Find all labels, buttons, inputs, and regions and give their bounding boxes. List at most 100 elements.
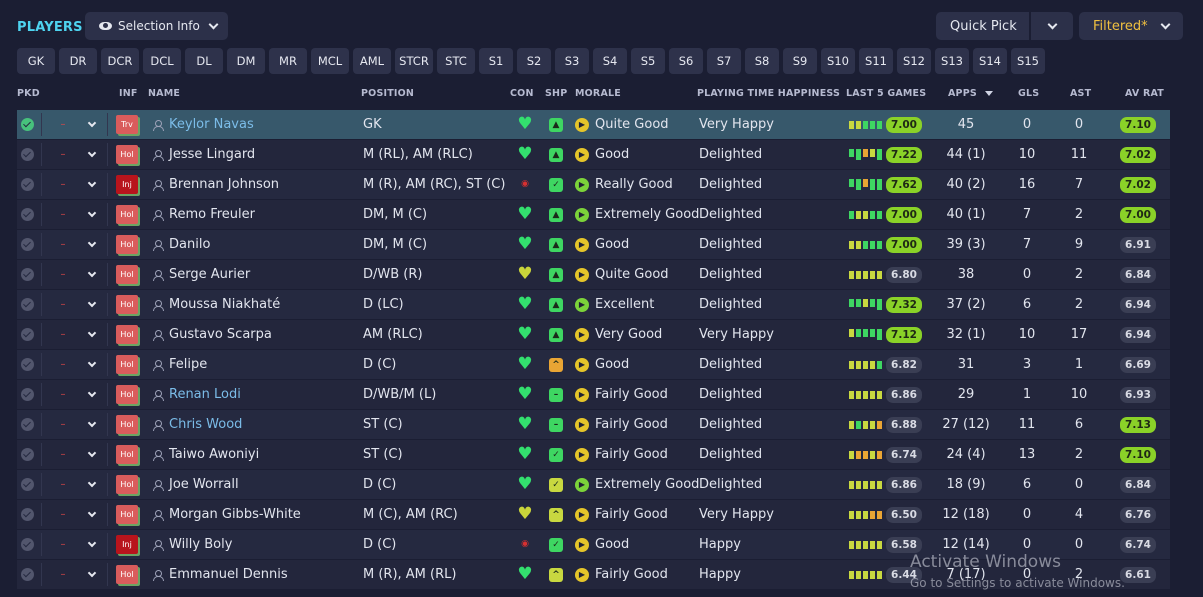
view-button-gk[interactable]: GK xyxy=(17,48,55,74)
col-header-apps[interactable]: APPS xyxy=(948,88,993,104)
picked-checkbox[interactable] xyxy=(17,500,37,529)
picked-checkbox[interactable] xyxy=(17,260,37,289)
player-name[interactable]: Moussa Niakhaté xyxy=(153,290,353,319)
view-button-s14[interactable]: S14 xyxy=(973,48,1007,74)
row-menu-button[interactable] xyxy=(85,530,99,559)
table-row[interactable]: – Hol Felipe D (C) ♥ ^ ▶ Good Delighted 6… xyxy=(17,350,1170,380)
view-button-mcl[interactable]: MCL xyxy=(311,48,349,74)
view-button-s13[interactable]: S13 xyxy=(935,48,969,74)
player-name[interactable]: Morgan Gibbs-White xyxy=(153,500,353,529)
picked-checkbox[interactable] xyxy=(17,380,37,409)
view-button-s15[interactable]: S15 xyxy=(1011,48,1045,74)
table-scrollbar[interactable] xyxy=(1183,110,1191,597)
info-badge[interactable]: Inj xyxy=(115,170,139,199)
col-header-shp[interactable]: SHP xyxy=(545,88,567,104)
view-button-dcl[interactable]: DCL xyxy=(143,48,181,74)
player-name[interactable]: Gustavo Scarpa xyxy=(153,320,353,349)
picked-checkbox[interactable] xyxy=(17,110,37,139)
col-header-pkd[interactable]: PKD xyxy=(17,88,40,104)
player-name[interactable]: Joe Worrall xyxy=(153,470,353,499)
player-name[interactable]: Chris Wood xyxy=(153,410,353,439)
table-row[interactable]: – Hol Moussa Niakhaté D (LC) ♥ ▲ ▶ Excell… xyxy=(17,290,1170,320)
col-header-position[interactable]: POSITION xyxy=(361,88,414,104)
picked-checkbox[interactable] xyxy=(17,440,37,469)
player-name[interactable]: Keylor Navas xyxy=(153,110,353,139)
view-button-s10[interactable]: S10 xyxy=(821,48,855,74)
view-button-s6[interactable]: S6 xyxy=(669,48,703,74)
quick-pick-button[interactable]: Quick Pick xyxy=(936,12,1029,40)
row-menu-button[interactable] xyxy=(85,140,99,169)
row-menu-button[interactable] xyxy=(85,230,99,259)
view-button-dl[interactable]: DL xyxy=(185,48,223,74)
table-row[interactable]: – Hol Taiwo Awoniyi ST (C) ♥ ✓ ▶ Fairly G… xyxy=(17,440,1170,470)
row-menu-button[interactable] xyxy=(85,320,99,349)
view-button-stc[interactable]: STC xyxy=(437,48,475,74)
player-name[interactable]: Willy Boly xyxy=(153,530,353,559)
player-name[interactable]: Remo Freuler xyxy=(153,200,353,229)
info-badge[interactable]: Hol xyxy=(115,290,139,319)
player-name[interactable]: Taiwo Awoniyi xyxy=(153,440,353,469)
view-button-dr[interactable]: DR xyxy=(59,48,97,74)
filter-button[interactable]: Filtered* xyxy=(1079,12,1183,40)
view-button-s2[interactable]: S2 xyxy=(517,48,551,74)
col-header-happiness[interactable]: PLAYING TIME HAPPINESS xyxy=(697,88,840,104)
player-name[interactable]: Jesse Lingard xyxy=(153,140,353,169)
col-header-morale[interactable]: MORALE xyxy=(575,88,621,104)
view-button-s1[interactable]: S1 xyxy=(479,48,513,74)
row-menu-button[interactable] xyxy=(85,560,99,589)
row-menu-button[interactable] xyxy=(85,260,99,289)
table-row[interactable]: – Trv Keylor Navas GK ♥ ▲ ▶ Quite Good Ve… xyxy=(17,110,1170,140)
view-button-s8[interactable]: S8 xyxy=(745,48,779,74)
picked-checkbox[interactable] xyxy=(17,230,37,259)
table-row[interactable]: – Hol Morgan Gibbs-White M (C), AM (RC) … xyxy=(17,500,1170,530)
col-header-inf[interactable]: INF xyxy=(119,88,138,104)
row-menu-button[interactable] xyxy=(85,290,99,319)
player-name[interactable]: Serge Aurier xyxy=(153,260,353,289)
picked-checkbox[interactable] xyxy=(17,140,37,169)
picked-checkbox[interactable] xyxy=(17,170,37,199)
info-badge[interactable]: Hol xyxy=(115,350,139,379)
quick-pick-dropdown[interactable] xyxy=(1031,12,1073,40)
view-button-s3[interactable]: S3 xyxy=(555,48,589,74)
table-row[interactable]: – Hol Gustavo Scarpa AM (RLC) ♥ ▲ ▶ Very … xyxy=(17,320,1170,350)
col-header-name[interactable]: NAME xyxy=(148,88,180,104)
view-button-dcr[interactable]: DCR xyxy=(101,48,139,74)
col-header-avrat[interactable]: AV RAT xyxy=(1125,88,1164,104)
picked-checkbox[interactable] xyxy=(17,560,37,589)
picked-checkbox[interactable] xyxy=(17,470,37,499)
view-button-s11[interactable]: S11 xyxy=(859,48,893,74)
info-badge[interactable]: Hol xyxy=(115,470,139,499)
row-menu-button[interactable] xyxy=(85,170,99,199)
info-badge[interactable]: Hol xyxy=(115,260,139,289)
table-row[interactable]: – Hol Danilo DM, M (C) ♥ ▲ ▶ Good Delight… xyxy=(17,230,1170,260)
row-menu-button[interactable] xyxy=(85,410,99,439)
view-button-stcr[interactable]: STCR xyxy=(395,48,433,74)
player-name[interactable]: Felipe xyxy=(153,350,353,379)
info-badge[interactable]: Hol xyxy=(115,440,139,469)
row-menu-button[interactable] xyxy=(85,440,99,469)
table-row[interactable]: – Hol Remo Freuler DM, M (C) ♥ ▲ ▶ Extrem… xyxy=(17,200,1170,230)
table-row[interactable]: – Hol Renan Lodi D/WB/M (L) ♥ – ▶ Fairly … xyxy=(17,380,1170,410)
row-menu-button[interactable] xyxy=(85,350,99,379)
info-badge[interactable]: Inj xyxy=(115,530,139,559)
view-button-s7[interactable]: S7 xyxy=(707,48,741,74)
player-name[interactable]: Emmanuel Dennis xyxy=(153,560,353,589)
picked-checkbox[interactable] xyxy=(17,530,37,559)
table-row[interactable]: – Inj Brennan Johnson M (R), AM (RC), ST… xyxy=(17,170,1170,200)
picked-checkbox[interactable] xyxy=(17,320,37,349)
row-menu-button[interactable] xyxy=(85,500,99,529)
info-badge[interactable]: Hol xyxy=(115,140,139,169)
info-badge[interactable]: Hol xyxy=(115,320,139,349)
view-button-s9[interactable]: S9 xyxy=(783,48,817,74)
player-name[interactable]: Danilo xyxy=(153,230,353,259)
row-menu-button[interactable] xyxy=(85,470,99,499)
picked-checkbox[interactable] xyxy=(17,200,37,229)
info-badge[interactable]: Hol xyxy=(115,200,139,229)
picked-checkbox[interactable] xyxy=(17,350,37,379)
info-badge[interactable]: Hol xyxy=(115,560,139,589)
col-header-gls[interactable]: GLS xyxy=(1018,88,1039,104)
view-button-s5[interactable]: S5 xyxy=(631,48,665,74)
info-badge[interactable]: Trv xyxy=(115,110,139,139)
col-header-con[interactable]: CON xyxy=(510,88,534,104)
row-menu-button[interactable] xyxy=(85,200,99,229)
